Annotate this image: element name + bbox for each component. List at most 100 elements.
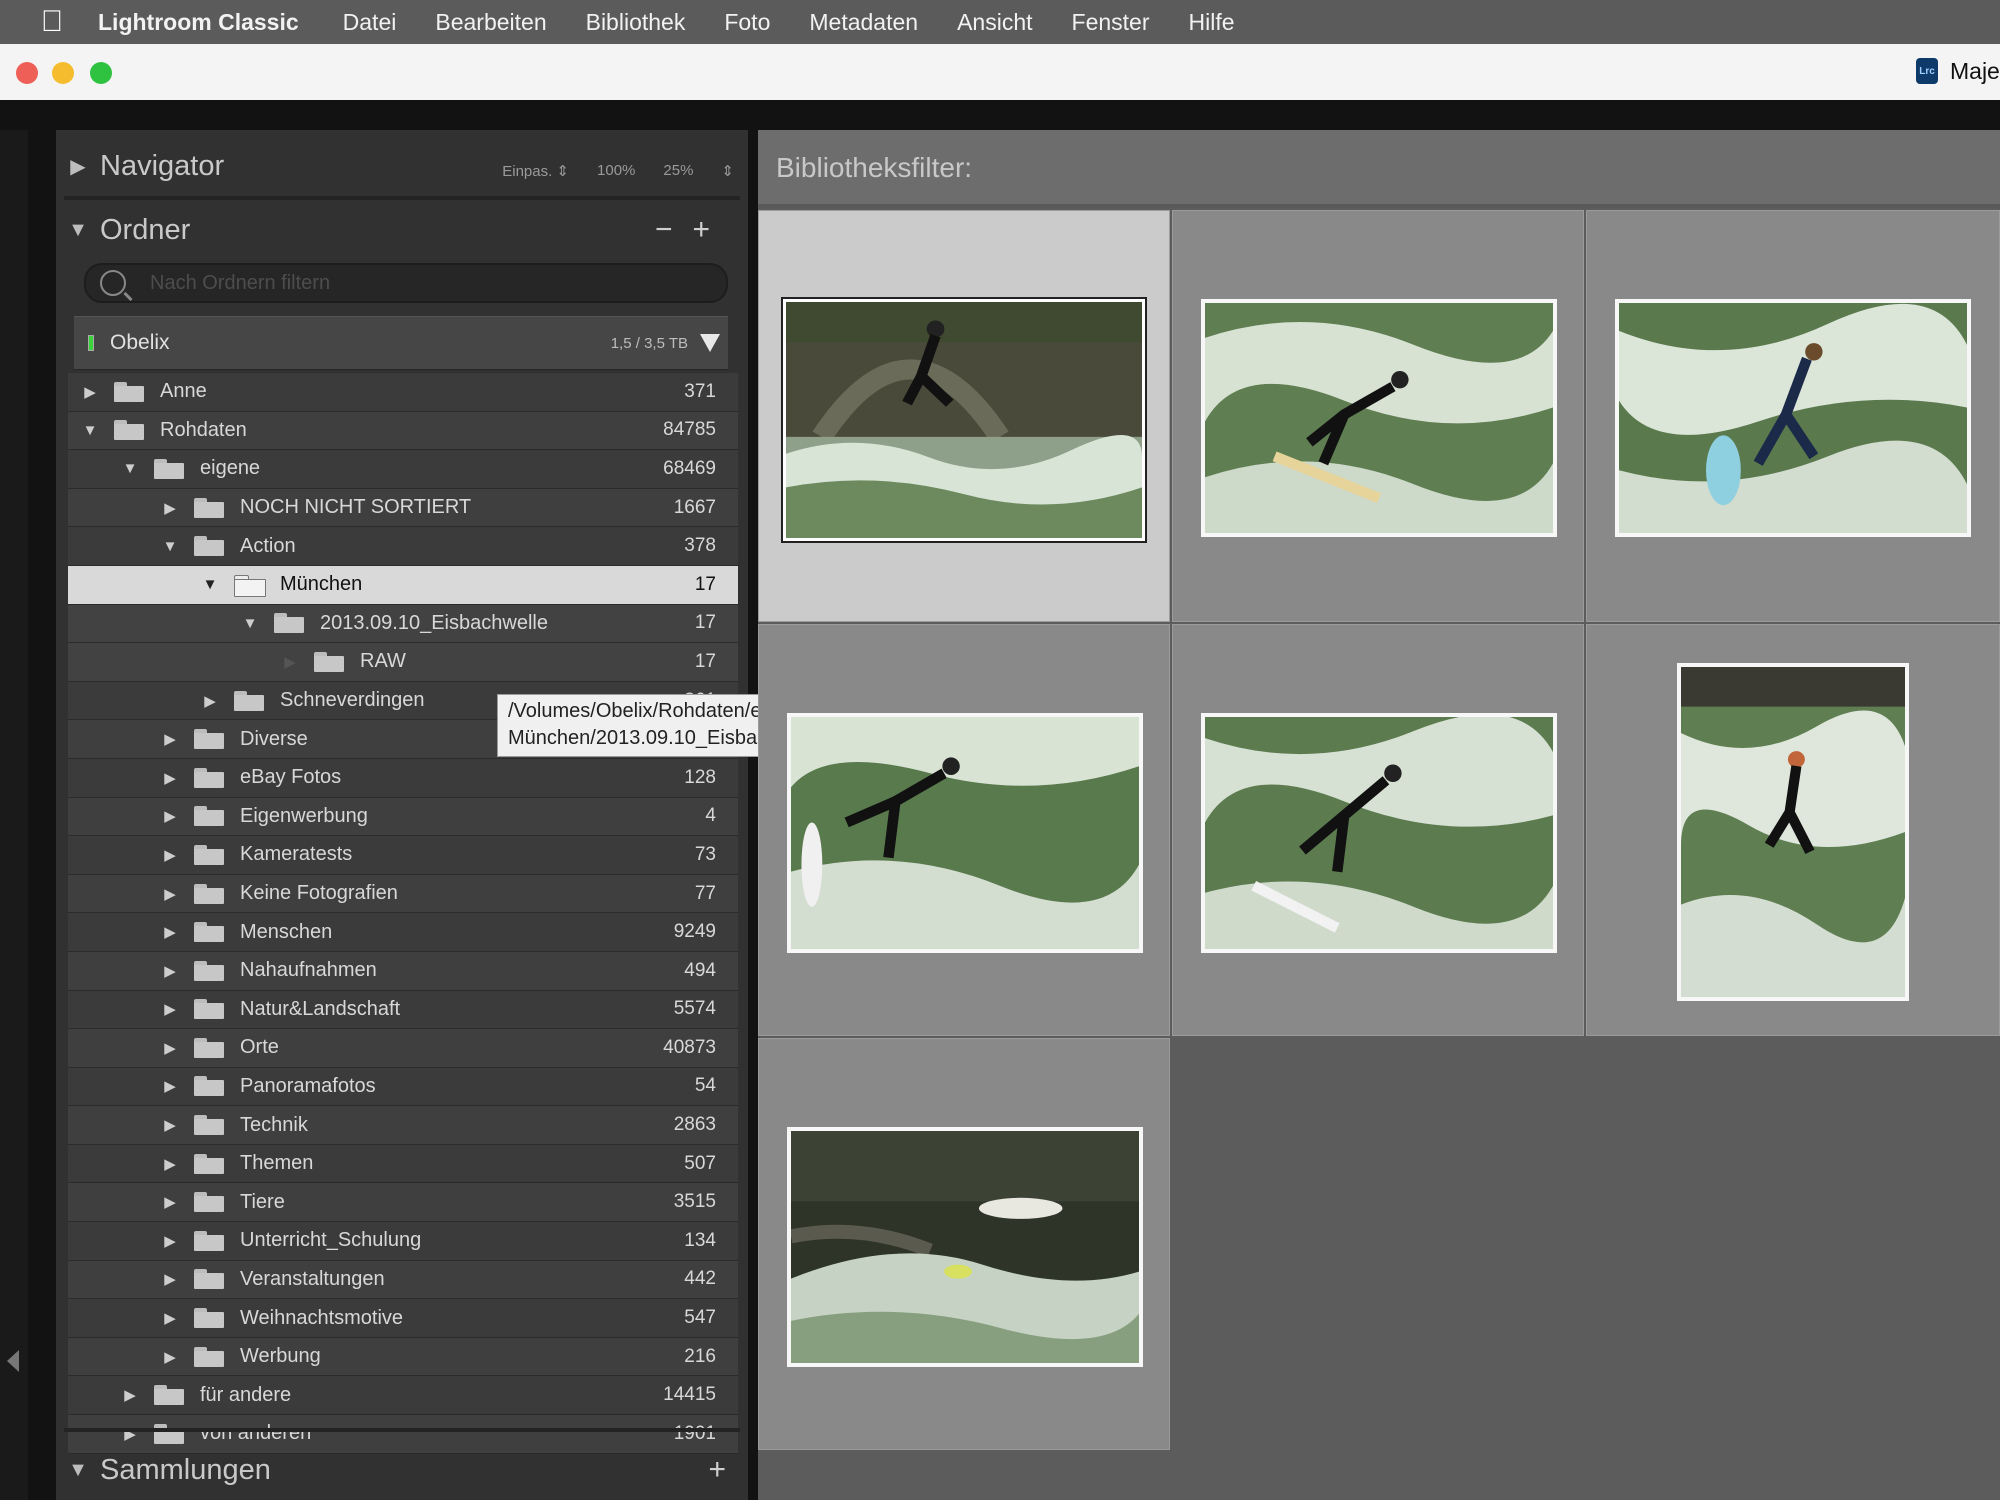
folder-row-menschen[interactable]: ▶ Menschen 9249 <box>68 913 738 952</box>
folder-row-eigenwerbung[interactable]: ▶ Eigenwerbung 4 <box>68 797 738 837</box>
menu-ansicht[interactable]: Ansicht <box>957 9 1032 36</box>
add-collection-button[interactable]: + <box>708 1453 726 1487</box>
folder-row-panoramafotos[interactable]: ▶ Panoramafotos 54 <box>68 1067 738 1107</box>
folder-row-nahaufnahmen[interactable]: ▶ Nahaufnahmen 494 <box>68 951 738 991</box>
expand-arrow-icon[interactable]: ▶ <box>162 807 178 825</box>
expand-arrow-icon[interactable]: ▶ <box>162 1232 178 1250</box>
folder-icon <box>194 960 224 981</box>
folders-panel-header[interactable]: ▼ Ordner −+ <box>56 200 748 260</box>
folder-row-unterricht-schulung[interactable]: ▶ Unterricht_Schulung 134 <box>68 1222 738 1261</box>
folder-row-orte[interactable]: ▶ Orte 40873 <box>68 1029 738 1068</box>
folder-row-eigene[interactable]: ▼ eigene 68469 <box>68 450 738 489</box>
expand-arrow-icon[interactable]: ▶ <box>162 499 178 517</box>
expand-arrow-icon[interactable]: ▶ <box>162 1270 178 1288</box>
folder-row-tiere[interactable]: ▶ Tiere 3515 <box>68 1183 738 1223</box>
folder-row-ebay-fotos[interactable]: ▶ eBay Fotos 128 <box>68 758 738 798</box>
expand-arrow-icon[interactable]: ▶ <box>162 1155 178 1173</box>
folder-row-eisbachwelle[interactable]: ▼ 2013.09.10_Eisbachwelle 17 <box>68 604 738 644</box>
collapse-arrow-icon[interactable]: ▼ <box>162 538 178 555</box>
collapse-arrow-icon[interactable]: ▼ <box>202 576 218 593</box>
folder-row-natur-landschaft[interactable]: ▶ Natur&Landschaft 5574 <box>68 990 738 1030</box>
folder-row-muenchen[interactable]: ▼ München 17 <box>68 565 738 605</box>
zoom-window-button[interactable] <box>90 62 112 84</box>
expand-arrow-icon[interactable]: ▶ <box>202 692 218 710</box>
folder-count: 442 <box>684 1268 716 1290</box>
folder-row-action[interactable]: ▼ Action 378 <box>68 527 738 566</box>
volume-status-led <box>88 335 94 351</box>
expand-arrow-icon[interactable]: ▶ <box>162 769 178 787</box>
close-window-button[interactable] <box>16 62 38 84</box>
photo-thumbnail[interactable] <box>781 297 1147 543</box>
folder-row-weihnachtsmotive[interactable]: ▶ Weihnachtsmotive 547 <box>68 1299 738 1338</box>
folder-search-input[interactable]: Nach Ordnern filtern <box>84 263 728 303</box>
expand-arrow-icon[interactable]: ▶ <box>162 846 178 864</box>
grid-cell[interactable] <box>1586 210 2000 622</box>
collections-panel-header[interactable]: ▼ Sammlungen + <box>56 1440 748 1500</box>
grid-cell[interactable] <box>758 624 1170 1036</box>
expand-arrow-icon[interactable]: ▶ <box>162 1193 178 1211</box>
menu-foto[interactable]: Foto <box>724 9 770 36</box>
grid-cell[interactable] <box>1172 210 1584 622</box>
expand-arrow-icon[interactable]: ▶ <box>162 923 178 941</box>
collapse-arrow-icon[interactable]: ▼ <box>122 460 138 477</box>
folder-row-themen[interactable]: ▶ Themen 507 <box>68 1144 738 1184</box>
zoom-fit-option[interactable]: Einpas. ⇕ <box>502 162 569 180</box>
photo-thumbnail[interactable] <box>1201 299 1557 537</box>
collapse-triangle-icon[interactable]: ▼ <box>56 1459 100 1482</box>
expand-arrow-icon[interactable]: ▶ <box>162 730 178 748</box>
navigator-panel-header[interactable]: ▶ Navigator Einpas. ⇕ 100% 25% ⇕ <box>56 136 748 196</box>
folder-row-keine-fotografien[interactable]: ▶ Keine Fotografien 77 <box>68 874 738 914</box>
zoom-100-option[interactable]: 100% <box>597 162 635 180</box>
expand-arrow-icon[interactable]: ▶ <box>162 1348 178 1366</box>
expand-arrow-icon[interactable]: ▶ <box>122 1386 138 1404</box>
grid-cell[interactable] <box>758 1038 1170 1450</box>
menu-app-name[interactable]: Lightroom Classic <box>98 9 299 36</box>
photo-thumbnail[interactable] <box>1615 299 1971 537</box>
add-folder-button[interactable]: + <box>692 213 730 246</box>
volume-row[interactable]: Obelix 1,5 / 3,5 TB <box>74 316 728 370</box>
expand-arrow-icon[interactable]: ▶ <box>162 1000 178 1018</box>
collapse-arrow-icon[interactable]: ▼ <box>82 422 98 439</box>
photo-thumbnail[interactable] <box>787 1127 1143 1367</box>
folder-row-werbung[interactable]: ▶ Werbung 216 <box>68 1337 738 1377</box>
folder-row-raw[interactable]: ▶ RAW 17 <box>68 643 738 682</box>
photo-thumbnail[interactable] <box>1677 663 1909 1001</box>
collapse-left-panel-icon[interactable] <box>7 1350 19 1372</box>
zoom-25-option[interactable]: 25% <box>663 162 693 180</box>
remove-folder-button[interactable]: − <box>655 213 693 246</box>
menu-datei[interactable]: Datei <box>343 9 397 36</box>
expand-arrow-icon[interactable]: ▶ <box>162 885 178 903</box>
apple-icon[interactable]:  <box>36 6 68 38</box>
folder-row-kameratests[interactable]: ▶ Kameratests 73 <box>68 836 738 875</box>
folder-row-technik[interactable]: ▶ Technik 2863 <box>68 1106 738 1145</box>
folder-row-veranstaltungen[interactable]: ▶ Veranstaltungen 442 <box>68 1260 738 1300</box>
photo-thumbnail[interactable] <box>787 713 1143 953</box>
menu-metadaten[interactable]: Metadaten <box>809 9 918 36</box>
collapse-triangle-icon[interactable]: ▼ <box>56 219 100 242</box>
photo-thumbnail[interactable] <box>1201 713 1557 953</box>
menu-bearbeiten[interactable]: Bearbeiten <box>435 9 546 36</box>
expand-arrow-icon[interactable]: ▶ <box>82 383 98 401</box>
expand-arrow-icon[interactable]: ▶ <box>162 1077 178 1095</box>
expand-arrow-icon[interactable]: ▶ <box>162 1039 178 1057</box>
menu-bibliothek[interactable]: Bibliothek <box>586 9 686 36</box>
expand-triangle-icon[interactable]: ▶ <box>56 154 100 179</box>
grid-cell[interactable] <box>758 210 1170 622</box>
folder-row-anne[interactable]: ▶ Anne 371 <box>68 373 738 412</box>
folder-row-noch-nicht-sortiert[interactable]: ▶ NOCH NICHT SORTIERT 1667 <box>68 488 738 528</box>
volume-dropdown-icon[interactable] <box>700 334 720 352</box>
menu-fenster[interactable]: Fenster <box>1072 9 1150 36</box>
menu-hilfe[interactable]: Hilfe <box>1189 9 1235 36</box>
zoom-stepper-icon[interactable]: ⇕ <box>721 162 734 180</box>
folder-row-fuer-andere[interactable]: ▶ für andere 14415 <box>68 1376 738 1416</box>
grid-cell[interactable] <box>1586 624 2000 1036</box>
collapse-arrow-icon[interactable]: ▼ <box>242 615 258 632</box>
expand-arrow-icon[interactable]: ▶ <box>162 1116 178 1134</box>
expand-arrow-icon[interactable]: ▶ <box>162 1309 178 1327</box>
expand-arrow-icon[interactable]: ▶ <box>162 962 178 980</box>
folder-name: Natur&Landschaft <box>240 997 401 1020</box>
grid-cell[interactable] <box>1172 624 1584 1036</box>
folder-row-rohdaten[interactable]: ▼ Rohdaten 84785 <box>68 411 738 451</box>
minimize-window-button[interactable] <box>52 62 74 84</box>
folder-count: 4 <box>705 805 716 827</box>
